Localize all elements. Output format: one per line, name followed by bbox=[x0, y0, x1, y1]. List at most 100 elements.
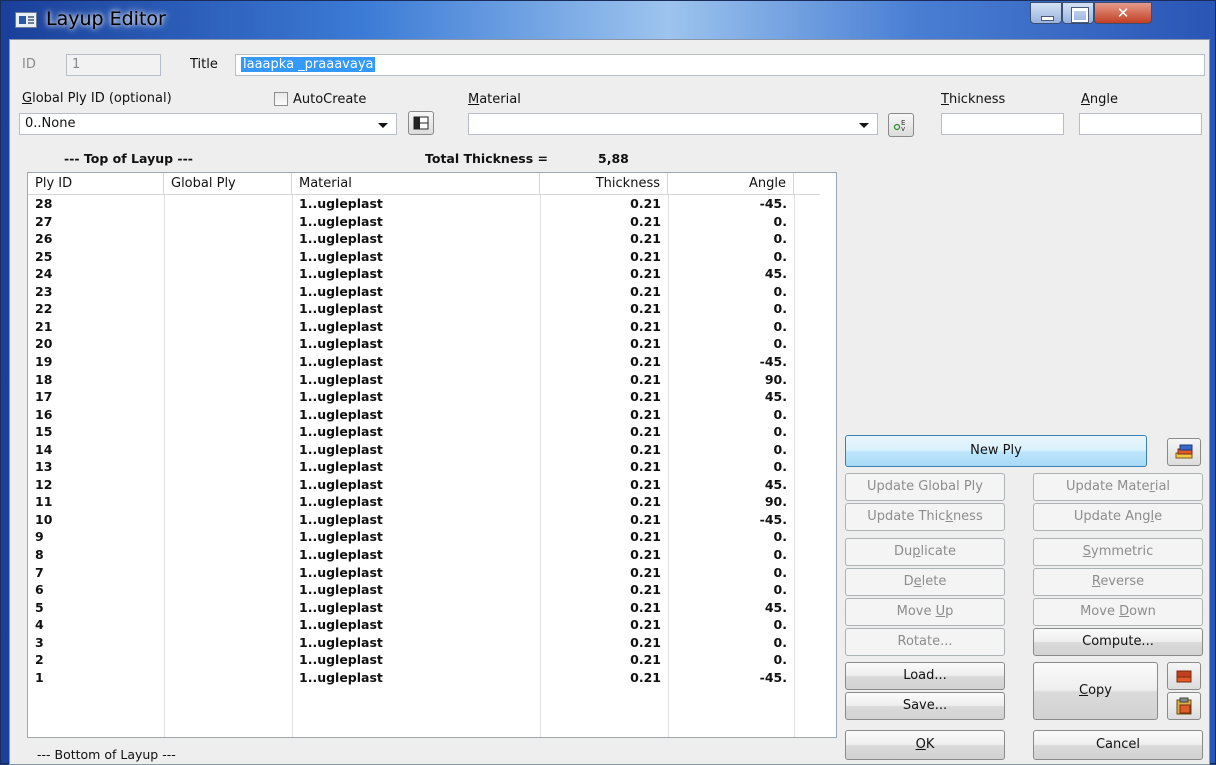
cell-material: 1..ugleplast bbox=[299, 669, 383, 685]
table-row[interactable]: 27 1..ugleplast 0.21 0. bbox=[28, 213, 820, 231]
cell-angle: 90. bbox=[764, 494, 787, 510]
copy-button[interactable]: Copy bbox=[1033, 662, 1158, 720]
cell-angle: 45. bbox=[764, 266, 787, 282]
table-row[interactable]: 10 1..ugleplast 0.21 -45. bbox=[28, 511, 820, 529]
id-field[interactable]: 1 bbox=[66, 54, 161, 76]
column-header-angle[interactable]: Angle bbox=[668, 173, 794, 195]
cell-global-ply bbox=[164, 195, 292, 213]
move-down-button[interactable]: Move Down bbox=[1033, 598, 1203, 626]
title-label: Title bbox=[190, 57, 218, 72]
table-row[interactable]: 6 1..ugleplast 0.21 0. bbox=[28, 581, 820, 599]
cell-angle: 0. bbox=[773, 231, 787, 247]
angle-input[interactable] bbox=[1079, 113, 1202, 135]
global-ply-browse-button[interactable] bbox=[408, 111, 434, 135]
table-row[interactable]: 9 1..ugleplast 0.21 0. bbox=[28, 528, 820, 546]
id-label: ID bbox=[22, 57, 36, 72]
title-bar[interactable]: Layup Editor ✕ bbox=[1, 1, 1216, 39]
table-row[interactable]: 5 1..ugleplast 0.21 45. bbox=[28, 599, 820, 617]
column-header-ply-id[interactable]: Ply ID bbox=[28, 173, 164, 195]
new-ply-options-button[interactable] bbox=[1167, 438, 1201, 466]
cell-material: 1..ugleplast bbox=[299, 459, 383, 475]
table-row[interactable]: 8 1..ugleplast 0.21 0. bbox=[28, 546, 820, 564]
cancel-button[interactable]: Cancel bbox=[1033, 730, 1203, 760]
global-ply-combobox[interactable]: 0..None bbox=[19, 113, 397, 135]
cell-material: 1..ugleplast bbox=[299, 511, 383, 527]
cell-thickness: 0.21 bbox=[630, 459, 661, 475]
update-material-button[interactable]: Update Material bbox=[1033, 473, 1203, 501]
save-button[interactable]: Save... bbox=[845, 692, 1005, 720]
column-header-thickness[interactable]: Thickness bbox=[540, 173, 668, 195]
cell-global-ply bbox=[164, 406, 292, 424]
table-row[interactable]: 13 1..ugleplast 0.21 0. bbox=[28, 458, 820, 476]
cell-material: 1..ugleplast bbox=[299, 353, 383, 369]
ply-table[interactable]: Ply ID Global Ply Material Thickness Ang… bbox=[27, 172, 837, 738]
table-row[interactable]: 18 1..ugleplast 0.21 90. bbox=[28, 371, 820, 389]
table-row[interactable]: 22 1..ugleplast 0.21 0. bbox=[28, 300, 820, 318]
copy-to-clipboard-button[interactable] bbox=[1167, 662, 1201, 690]
table-row[interactable]: 15 1..ugleplast 0.21 0. bbox=[28, 423, 820, 441]
table-row[interactable]: 1 1..ugleplast 0.21 -45. bbox=[28, 669, 820, 687]
table-row[interactable]: 7 1..ugleplast 0.21 0. bbox=[28, 564, 820, 582]
table-row[interactable]: 26 1..ugleplast 0.21 0. bbox=[28, 230, 820, 248]
cell-thickness: 0.21 bbox=[630, 564, 661, 580]
cell-angle: 0. bbox=[773, 564, 787, 580]
cell-thickness: 0.21 bbox=[630, 318, 661, 334]
cell-angle: 0. bbox=[773, 459, 787, 475]
thickness-input[interactable] bbox=[941, 113, 1064, 135]
symmetric-button[interactable]: Symmetric bbox=[1033, 538, 1203, 566]
cell-thickness: 0.21 bbox=[630, 336, 661, 352]
cell-global-ply bbox=[164, 318, 292, 336]
table-row[interactable]: 2 1..ugleplast 0.21 0. bbox=[28, 651, 820, 669]
angle-label-rest: ngle bbox=[1089, 92, 1119, 107]
table-row[interactable]: 20 1..ugleplast 0.21 0. bbox=[28, 335, 820, 353]
load-button[interactable]: Load... bbox=[845, 662, 1005, 690]
delete-button[interactable]: Delete bbox=[845, 568, 1005, 596]
cell-ply-id: 23 bbox=[35, 283, 53, 299]
table-row[interactable]: 17 1..ugleplast 0.21 45. bbox=[28, 388, 820, 406]
new-ply-button[interactable]: New Ply bbox=[845, 435, 1147, 467]
table-row[interactable]: 16 1..ugleplast 0.21 0. bbox=[28, 406, 820, 424]
maximize-button[interactable] bbox=[1062, 2, 1094, 24]
table-row[interactable]: 24 1..ugleplast 0.21 45. bbox=[28, 265, 820, 283]
move-up-button[interactable]: Move Up bbox=[845, 598, 1005, 626]
title-input[interactable]: laaapka _praaavaya bbox=[235, 54, 1205, 76]
close-button[interactable]: ✕ bbox=[1094, 2, 1152, 24]
autocreate-checkbox[interactable] bbox=[274, 92, 288, 106]
cell-angle: 0. bbox=[773, 318, 787, 334]
cell-global-ply bbox=[164, 371, 292, 389]
table-row[interactable]: 19 1..ugleplast 0.21 -45. bbox=[28, 353, 820, 371]
rotate-button[interactable]: Rotate... bbox=[845, 628, 1005, 656]
cell-angle: 0. bbox=[773, 213, 787, 229]
title-input-value: laaapka _praaavaya bbox=[241, 57, 376, 72]
ok-button[interactable]: OK bbox=[845, 730, 1005, 760]
update-angle-button[interactable]: Update Angle bbox=[1033, 503, 1203, 531]
cell-ply-id: 26 bbox=[35, 231, 53, 247]
table-row[interactable]: 4 1..ugleplast 0.21 0. bbox=[28, 616, 820, 634]
column-header-material[interactable]: Material bbox=[292, 173, 540, 195]
update-global-ply-button[interactable]: Update Global Ply bbox=[845, 473, 1005, 501]
update-thickness-button[interactable]: Update Thickness bbox=[845, 503, 1005, 531]
paste-from-clipboard-button[interactable] bbox=[1167, 692, 1201, 720]
compute-button[interactable]: Compute... bbox=[1033, 628, 1203, 656]
table-row[interactable]: 11 1..ugleplast 0.21 90. bbox=[28, 493, 820, 511]
table-row[interactable]: 14 1..ugleplast 0.21 0. bbox=[28, 441, 820, 459]
table-row[interactable]: 12 1..ugleplast 0.21 45. bbox=[28, 476, 820, 494]
duplicate-button[interactable]: Duplicate bbox=[845, 538, 1005, 566]
material-browse-button[interactable]: Ev bbox=[888, 113, 914, 137]
reverse-button[interactable]: Reverse bbox=[1033, 568, 1203, 596]
cell-global-ply bbox=[164, 564, 292, 582]
material-combobox[interactable] bbox=[468, 113, 878, 135]
cell-angle: 0. bbox=[773, 617, 787, 633]
cell-material: 1..ugleplast bbox=[299, 634, 383, 650]
table-row[interactable]: 25 1..ugleplast 0.21 0. bbox=[28, 248, 820, 266]
cell-ply-id: 14 bbox=[35, 441, 53, 457]
table-row[interactable]: 21 1..ugleplast 0.21 0. bbox=[28, 318, 820, 336]
column-header-global-ply[interactable]: Global Ply bbox=[164, 173, 292, 195]
table-row[interactable]: 3 1..ugleplast 0.21 0. bbox=[28, 634, 820, 652]
cell-material: 1..ugleplast bbox=[299, 371, 383, 387]
total-thickness-value: 5,88 bbox=[598, 151, 629, 166]
table-row[interactable]: 28 1..ugleplast 0.21 -45. bbox=[28, 195, 820, 213]
minimize-button[interactable] bbox=[1030, 2, 1062, 24]
app-icon bbox=[15, 12, 37, 28]
table-row[interactable]: 23 1..ugleplast 0.21 0. bbox=[28, 283, 820, 301]
